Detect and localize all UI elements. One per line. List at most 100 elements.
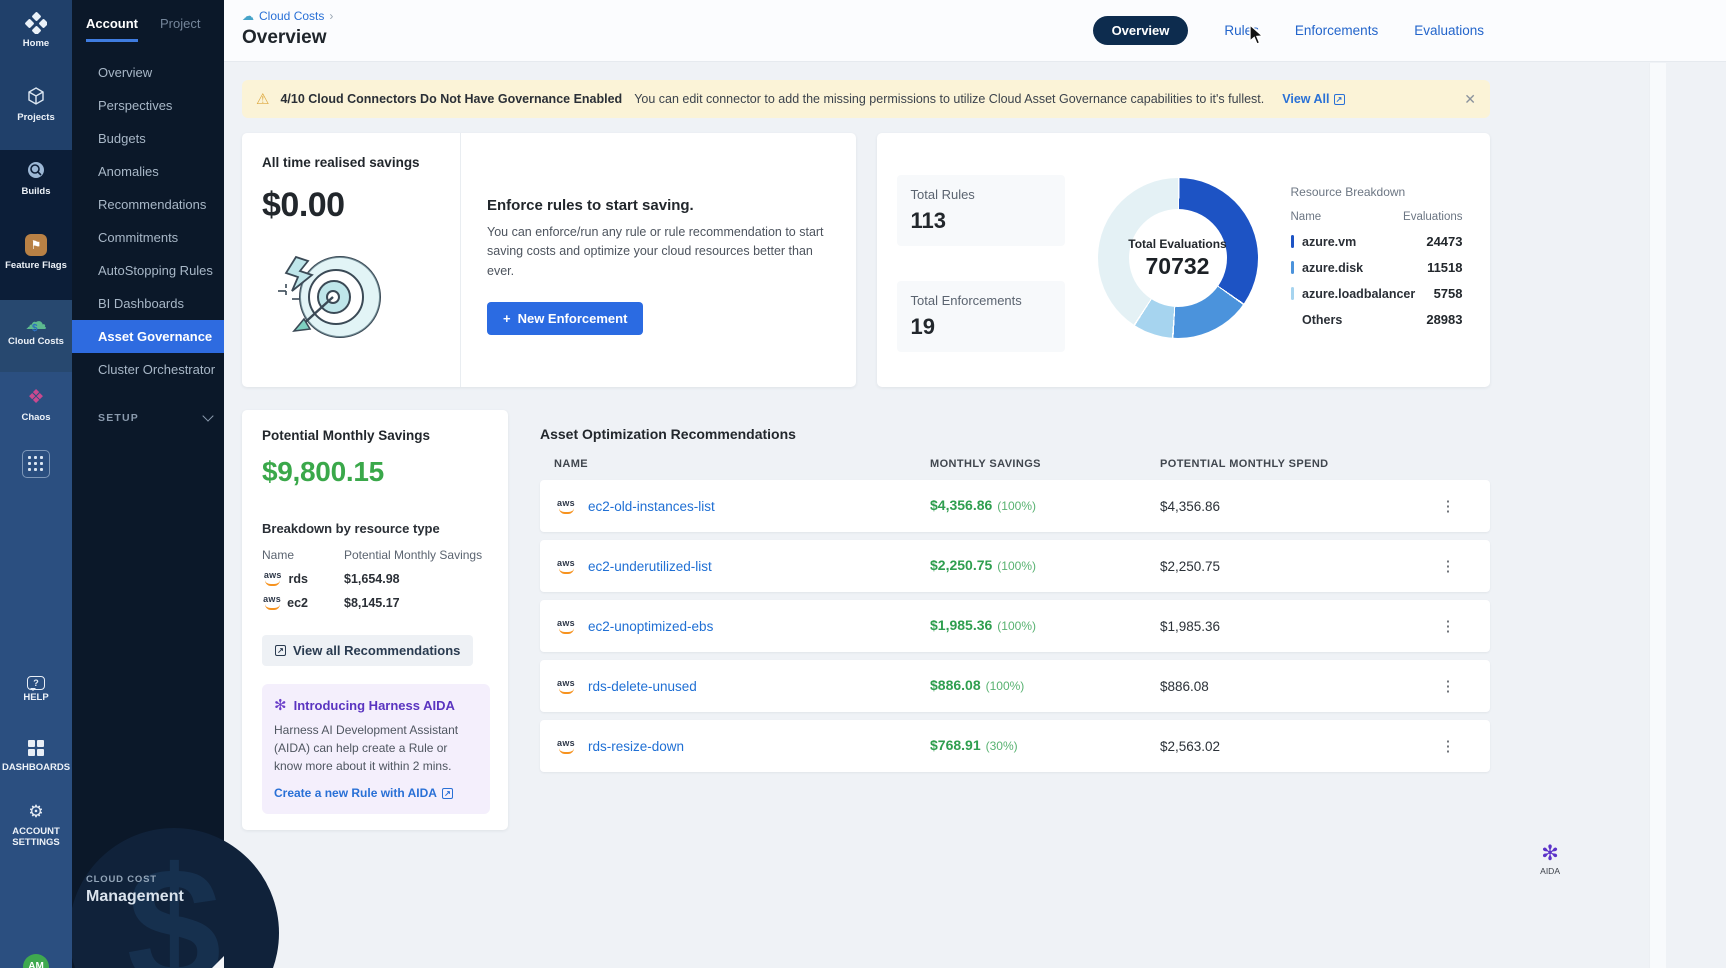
page-header: ☁ Cloud Costs › Overview Overview Rules … <box>224 0 1726 62</box>
recommendation-link[interactable]: ec2-underutilized-list <box>588 559 712 574</box>
rail-label-builds: Builds <box>0 187 72 198</box>
rail-item-dashboards[interactable]: DASHBOARDS <box>0 736 72 774</box>
sidebar-item-commitments[interactable]: Commitments <box>72 221 224 254</box>
legend-col-name: Name <box>1291 211 1322 223</box>
rail-item-cloud-costs[interactable]: ☁$ Cloud Costs <box>0 310 72 348</box>
builds-icon <box>0 160 72 184</box>
breadcrumb-cloud-costs[interactable]: Cloud Costs <box>259 9 324 23</box>
rail-item-builds[interactable]: Builds <box>0 160 72 198</box>
recommendation-link[interactable]: rds-resize-down <box>588 739 684 754</box>
new-enforcement-button[interactable]: + New Enforcement <box>487 302 643 335</box>
tab-evaluations[interactable]: Evaluations <box>1414 23 1484 38</box>
rail-label-chaos: Chaos <box>0 413 72 424</box>
governance-warning-banner: ⚠ 4/10 Cloud Connectors Do Not Have Gove… <box>242 80 1490 118</box>
view-all-recommendations-label: View all Recommendations <box>293 643 460 658</box>
resource-name: rds <box>289 572 308 586</box>
rail-item-feature-flags[interactable]: ⚑ Feature Flags <box>0 234 72 272</box>
rail-item-home[interactable]: Home <box>0 12 72 50</box>
breadcrumb: ☁ Cloud Costs › <box>242 9 1726 23</box>
close-icon[interactable]: ✕ <box>1464 91 1476 108</box>
view-all-recommendations-button[interactable]: ↗ View all Recommendations <box>262 635 473 666</box>
view-all-label: View All <box>1282 92 1329 106</box>
rail-label-account-settings: ACCOUNT SETTINGS <box>0 827 72 849</box>
tab-project[interactable]: Project <box>160 16 200 42</box>
tab-rules[interactable]: Rules <box>1224 23 1259 38</box>
warning-icon: ⚠ <box>256 90 269 108</box>
breakdown-row: awsec2 $8,145.17 <box>262 595 490 610</box>
rail-item-account-settings[interactable]: ⚙ ACCOUNT SETTINGS <box>0 800 72 849</box>
potential-monthly-spend-value: $4,356.86 <box>1160 499 1409 514</box>
kebab-menu-icon[interactable]: ⋮ <box>1409 677 1487 695</box>
legend-col-evaluations: Evaluations <box>1403 211 1462 223</box>
rail-item-help[interactable]: ? HELP <box>0 672 72 704</box>
breakdown-col-name: Name <box>262 548 308 562</box>
cloud-costs-icon: ☁ <box>242 9 254 23</box>
external-link-icon: ↗ <box>275 645 286 656</box>
external-link-icon: ↗ <box>1334 94 1345 105</box>
realised-savings-value: $0.00 <box>262 186 460 225</box>
potential-monthly-spend-value: $2,563.02 <box>1160 739 1409 754</box>
create-rule-with-aida-link[interactable]: Create a new Rule with AIDA ↗ <box>274 786 478 800</box>
cube-icon <box>0 86 72 110</box>
sidebar-item-overview[interactable]: Overview <box>72 56 224 89</box>
kebab-menu-icon[interactable]: ⋮ <box>1409 737 1487 755</box>
module-rail: Home Projects Builds ⚑ Feature Flags ☁$ … <box>0 0 72 968</box>
banner-bold-text: 4/10 Cloud Connectors Do Not Have Govern… <box>280 92 622 106</box>
kebab-menu-icon[interactable]: ⋮ <box>1409 617 1487 635</box>
aws-icon: aws <box>554 739 578 754</box>
view-all-link[interactable]: View All ↗ <box>1282 92 1344 106</box>
monthly-savings-value: $1,985.36 <box>930 617 992 633</box>
col-potential-monthly-spend: POTENTIAL MONTHLY SPEND <box>1160 458 1409 470</box>
legend-title: Resource Breakdown <box>1291 185 1463 199</box>
aida-flower-icon: ✻ <box>1540 844 1560 864</box>
chevron-down-icon <box>202 410 213 421</box>
sidebar-item-perspectives[interactable]: Perspectives <box>72 89 224 122</box>
legend-name: azure.vm <box>1302 235 1356 249</box>
sidebar-item-cluster-orchestrator[interactable]: Cluster Orchestrator <box>72 353 224 386</box>
savings-percent: (30%) <box>986 739 1018 753</box>
aws-icon: aws <box>262 595 282 610</box>
aida-flower-icon: ✻ <box>274 696 287 714</box>
scrollbar-track[interactable] <box>1649 63 1666 968</box>
table-row: awsrds-resize-down $768.91(30%) $2,563.0… <box>540 720 1490 772</box>
total-enforcements-box: Total Enforcements 19 <box>897 281 1065 352</box>
rail-item-chaos[interactable]: ❖ Chaos <box>0 386 72 424</box>
potential-monthly-spend-value: $2,250.75 <box>1160 559 1409 574</box>
savings-percent: (100%) <box>997 499 1036 513</box>
donut-center: Total Evaluations 70732 <box>1129 209 1227 307</box>
apps-grid-icon[interactable] <box>22 450 50 478</box>
kebab-menu-icon[interactable]: ⋮ <box>1409 497 1487 515</box>
potential-monthly-spend-value: $1,985.36 <box>1160 619 1409 634</box>
tab-account[interactable]: Account <box>86 16 138 42</box>
sidebar-item-autostopping-rules[interactable]: AutoStopping Rules <box>72 254 224 287</box>
sidebar-collapse-handle[interactable] <box>212 956 224 968</box>
sidebar-setup-toggle[interactable]: SETUP <box>72 404 224 432</box>
recommendation-link[interactable]: ec2-old-instances-list <box>588 499 715 514</box>
sidebar-item-budgets[interactable]: Budgets <box>72 122 224 155</box>
monthly-savings-value: $886.08 <box>930 677 981 693</box>
tab-enforcements[interactable]: Enforcements <box>1295 23 1378 38</box>
aws-icon: aws <box>554 679 578 694</box>
table-row: awsrds-delete-unused $886.08(100%) $886.… <box>540 660 1490 712</box>
cloud-dollar-icon: ☁$ <box>25 310 47 334</box>
realised-savings-card: All time realised savings $0.00 <box>242 133 856 387</box>
aida-promo-panel: ✻ Introducing Harness AIDA Harness AI De… <box>262 684 490 814</box>
recommendation-link[interactable]: rds-delete-unused <box>588 679 697 694</box>
sidebar-item-anomalies[interactable]: Anomalies <box>72 155 224 188</box>
total-enforcements-label: Total Enforcements <box>911 293 1051 308</box>
potential-savings-value: $9,800.15 <box>262 456 490 488</box>
recommendation-link[interactable]: ec2-unoptimized-ebs <box>588 619 713 634</box>
realised-savings-label: All time realised savings <box>262 155 460 170</box>
sidebar-item-recommendations[interactable]: Recommendations <box>72 188 224 221</box>
monthly-savings-value: $4,356.86 <box>930 497 992 513</box>
resource-breakdown-legend: Resource Breakdown Name Evaluations azur… <box>1291 185 1463 327</box>
tab-overview[interactable]: Overview <box>1093 16 1189 45</box>
sidebar-item-bi-dashboards[interactable]: BI Dashboards <box>72 287 224 320</box>
sidebar-item-asset-governance[interactable]: Asset Governance <box>72 320 224 353</box>
legend-row: Others 28983 <box>1291 312 1463 327</box>
aida-fab[interactable]: ✻ AIDA <box>1540 844 1560 876</box>
plus-icon: + <box>503 311 511 326</box>
kebab-menu-icon[interactable]: ⋮ <box>1409 557 1487 575</box>
rail-item-projects[interactable]: Projects <box>0 86 72 124</box>
app-window: Home Projects Builds ⚑ Feature Flags ☁$ … <box>0 0 1726 968</box>
